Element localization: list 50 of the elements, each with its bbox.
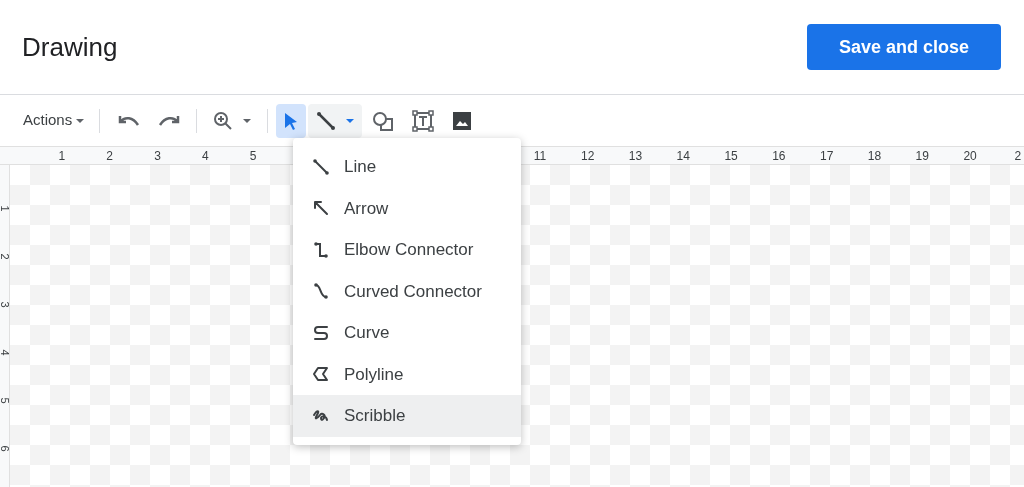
- ruler-number: 4: [201, 147, 209, 165]
- ruler-number: 17: [820, 147, 834, 165]
- caret-icon: [76, 118, 85, 123]
- actions-menu[interactable]: Actions: [18, 105, 90, 136]
- menu-item[interactable]: Curved Connector: [293, 270, 521, 312]
- ruler-number: 3: [0, 301, 12, 308]
- shapes-icon: [372, 110, 395, 131]
- polyline-icon: [312, 365, 330, 384]
- undo-icon: [118, 114, 141, 127]
- ruler-number: 14: [676, 147, 690, 165]
- pointer-icon: [284, 111, 299, 130]
- ruler-number: 2: [0, 253, 12, 260]
- ruler-number: 15: [724, 147, 738, 165]
- menu-item[interactable]: Curve: [293, 312, 521, 354]
- ruler-number: 6: [0, 445, 12, 452]
- ruler-number: 4: [0, 349, 12, 356]
- menu-item[interactable]: Polyline: [293, 353, 521, 395]
- zoom-in-icon: [213, 110, 234, 131]
- text-box-icon: [412, 109, 435, 132]
- curved-icon: [312, 282, 330, 301]
- redo-icon: [158, 114, 181, 127]
- menu-item[interactable]: Elbow Connector: [293, 229, 521, 271]
- window-title: Drawing: [22, 30, 118, 64]
- arrow-icon: [312, 199, 330, 218]
- ruler-number: 2: [1014, 147, 1022, 165]
- ruler-number: 1: [0, 205, 12, 212]
- menu-item[interactable]: Line: [293, 146, 521, 188]
- ruler-number: 5: [0, 397, 12, 404]
- elbow-icon: [312, 240, 330, 259]
- menu-item[interactable]: Arrow: [293, 187, 521, 229]
- ruler-number: 5: [249, 147, 257, 165]
- line-icon: [312, 157, 330, 176]
- menu-item[interactable]: Scribble: [293, 395, 521, 437]
- ruler-number: 1: [58, 147, 66, 165]
- ruler-number: 13: [628, 147, 643, 165]
- ruler-number: 19: [915, 147, 929, 165]
- ruler-number: 20: [963, 147, 977, 165]
- image-icon: [452, 110, 473, 131]
- save-and-close-button[interactable]: Save and close: [807, 24, 1001, 70]
- ruler-number: 11: [533, 147, 547, 165]
- curve-icon: [312, 323, 330, 342]
- ruler-number: 12: [581, 147, 595, 165]
- line-icon: [316, 110, 337, 131]
- caret-icon: [243, 118, 252, 123]
- ruler-number: 16: [772, 147, 786, 165]
- ruler-number: 2: [106, 147, 114, 165]
- ruler-number: 18: [867, 147, 882, 165]
- line-tool-button[interactable]: [308, 103, 363, 138]
- ruler-number: 3: [154, 147, 161, 165]
- select-tool-button[interactable]: [276, 103, 307, 138]
